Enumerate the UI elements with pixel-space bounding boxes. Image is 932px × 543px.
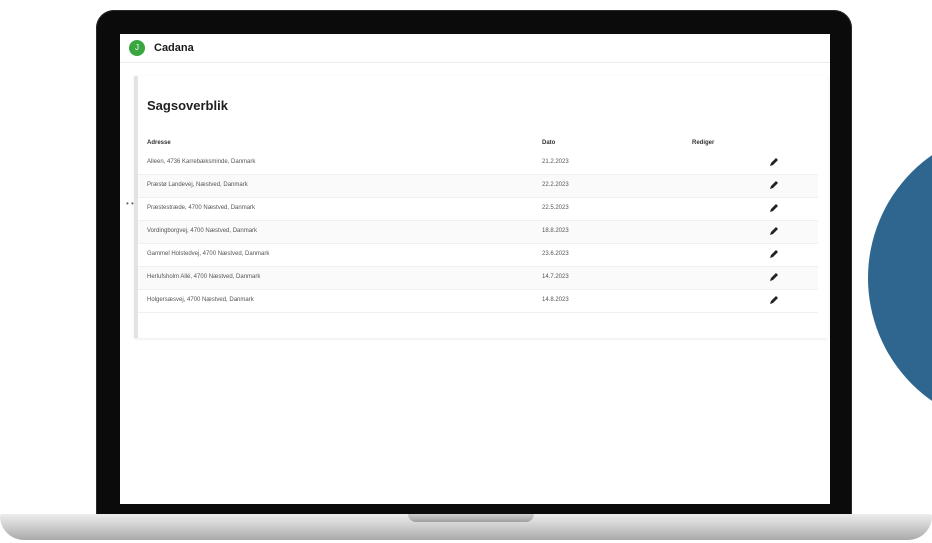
pencil-icon (770, 158, 778, 166)
row-address: Præstø Landevej, Næstved, Danmark (147, 182, 248, 188)
table-row: Herlufsholm Allé, 4700 Næstved, Danmark … (138, 267, 818, 290)
row-date: 23.6.2023 (542, 251, 569, 257)
pencil-icon (770, 296, 778, 304)
app-logo-icon: J (129, 40, 145, 56)
column-header-address: Adresse (147, 140, 171, 146)
edit-button[interactable] (768, 156, 780, 168)
row-date: 21.2.2023 (542, 159, 569, 165)
column-header-edit: Rediger (692, 140, 715, 146)
column-header-date: Dato (542, 140, 556, 146)
app-title: Cadana (154, 42, 194, 54)
edit-button[interactable] (768, 271, 780, 283)
edit-button[interactable] (768, 248, 780, 260)
edit-button[interactable] (768, 179, 780, 191)
pencil-icon (770, 227, 778, 235)
pencil-icon (770, 181, 778, 189)
stage: J Cadana • • Sagsoverblik Adresse Dato R… (0, 0, 932, 543)
decorative-circle (868, 128, 932, 428)
laptop-screen: J Cadana • • Sagsoverblik Adresse Dato R… (120, 34, 830, 504)
table-row: Alleen, 4736 Karrebæksminde, Danmark 21.… (138, 152, 818, 175)
pencil-icon (770, 250, 778, 258)
edit-button[interactable] (768, 202, 780, 214)
table-row: Vordingborgvej, 4700 Næstved, Danmark 18… (138, 221, 818, 244)
row-address: Præstestræde, 4700 Næstved, Danmark (147, 205, 256, 211)
page-title: Sagsoverblik (147, 98, 228, 113)
row-date: 18.8.2023 (542, 228, 569, 234)
row-date: 22.2.2023 (542, 182, 569, 188)
row-address: Herlufsholm Allé, 4700 Næstved, Danmark (147, 274, 261, 280)
table-row: Gammel Holstedvej, 4700 Næstved, Danmark… (138, 244, 818, 267)
table-row: Præstestræde, 4700 Næstved, Danmark 22.5… (138, 198, 818, 221)
edit-button[interactable] (768, 225, 780, 237)
row-date: 14.8.2023 (542, 297, 569, 303)
app-header: J Cadana (120, 34, 830, 63)
ellipsis-icon: • • (126, 199, 134, 208)
row-address: Alleen, 4736 Karrebæksminde, Danmark (147, 159, 256, 165)
laptop-bezel: J Cadana • • Sagsoverblik Adresse Dato R… (96, 10, 852, 518)
row-address: Holgersæsvej, 4700 Næstved, Danmark (147, 297, 254, 303)
laptop-base-notch (408, 514, 534, 522)
table-row: Præstø Landevej, Næstved, Danmark 22.2.2… (138, 175, 818, 198)
row-address: Vordingborgvej, 4700 Næstved, Danmark (147, 228, 258, 234)
row-address: Gammel Holstedvej, 4700 Næstved, Danmark (147, 251, 270, 257)
row-date: 14.7.2023 (542, 274, 569, 280)
case-overview-card: • • Sagsoverblik Adresse Dato Rediger Al… (126, 76, 828, 338)
row-date: 22.5.2023 (542, 205, 569, 211)
pencil-icon (770, 204, 778, 212)
edit-button[interactable] (768, 294, 780, 306)
table-row: Holgersæsvej, 4700 Næstved, Danmark 14.8… (138, 290, 818, 313)
pencil-icon (770, 273, 778, 281)
